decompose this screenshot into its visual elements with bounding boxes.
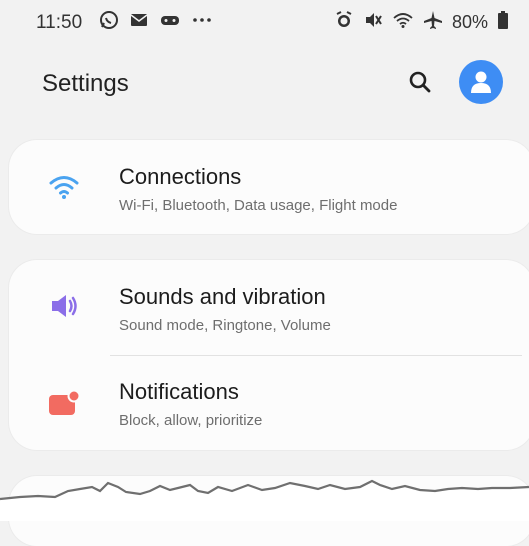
account-button[interactable] (459, 60, 503, 104)
wifi-icon (47, 172, 81, 202)
settings-item-title: Notifications (119, 379, 239, 404)
alarm-icon (334, 10, 354, 35)
settings-item-subtitle: Block, allow, prioritize (119, 412, 263, 429)
status-time: 11:50 (36, 12, 83, 33)
message-icon (129, 11, 149, 34)
speaker-icon (47, 291, 81, 321)
settings-item-title: Sounds and vibration (119, 284, 326, 309)
status-system-icons: 80% (334, 10, 509, 35)
notification-icon (47, 388, 81, 418)
status-bar: 11:50 80% (0, 0, 529, 44)
settings-item-title: Connections (119, 164, 242, 189)
wifi-icon (392, 11, 414, 34)
airplane-icon (423, 10, 443, 35)
settings-group-connections: Connections Wi-Fi, Bluetooth, Data usage… (9, 140, 529, 234)
settings-item-subtitle: Wi-Fi, Bluetooth, Data usage, Flight mod… (119, 197, 398, 214)
whatsapp-icon (99, 10, 119, 35)
battery-level: 80% (451, 12, 488, 32)
settings-item-connections[interactable]: Connections Wi-Fi, Bluetooth, Data usage… (9, 140, 529, 234)
page-title: Settings (42, 70, 129, 97)
settings-item-sounds[interactable]: Sounds and vibration Sound mode, Rington… (9, 260, 529, 354)
header: Settings (0, 52, 529, 118)
settings-group-sound-notifications: Sounds and vibration Sound mode, Rington… (9, 260, 529, 450)
search-icon (409, 71, 431, 93)
torn-edge (0, 479, 529, 521)
settings-item-subtitle: Sound mode, Ringtone, Volume (119, 317, 331, 334)
search-button[interactable] (402, 64, 438, 100)
status-notification-icons (99, 10, 213, 35)
account-icon (471, 71, 491, 93)
more-icon (191, 11, 213, 34)
battery-icon (497, 11, 509, 34)
settings-item-notifications[interactable]: Notifications Block, allow, prioritize (9, 356, 529, 450)
game-icon (159, 11, 181, 34)
mute-icon (363, 10, 383, 35)
